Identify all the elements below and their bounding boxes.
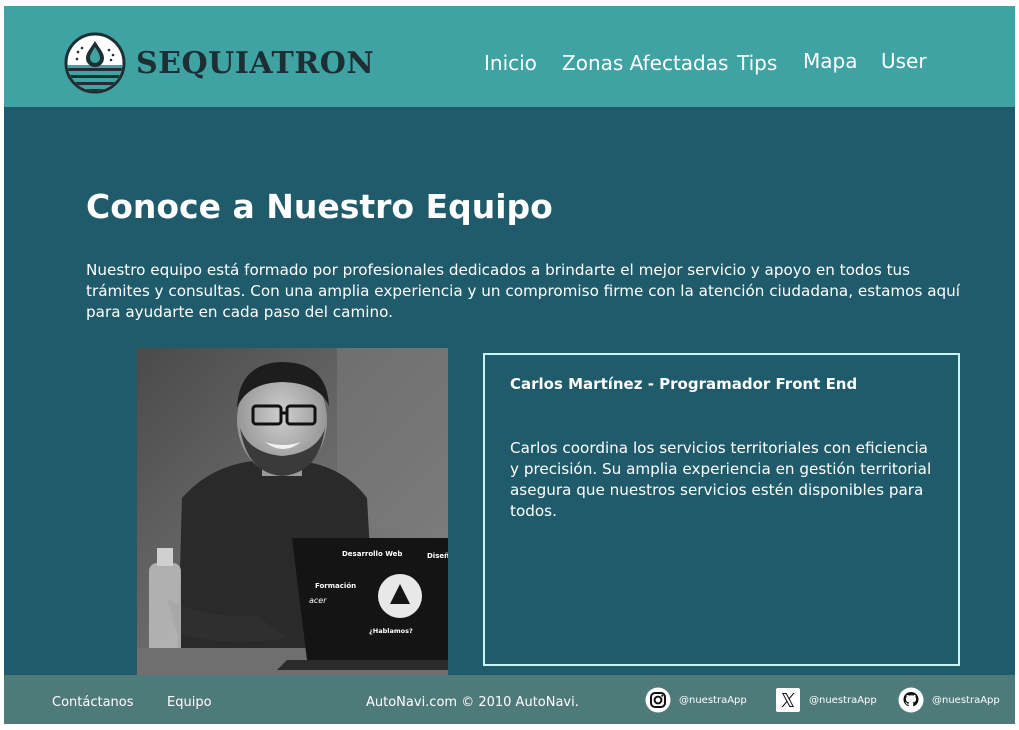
laptop-sticker-diseno: Diseñ <box>427 552 448 560</box>
nav-tips[interactable]: Tips <box>737 51 777 75</box>
nav-user[interactable]: User <box>881 49 927 73</box>
x-icon <box>775 687 801 713</box>
nav-inicio[interactable]: Inicio <box>484 51 537 75</box>
social-x[interactable]: @nuestraApp <box>775 687 877 713</box>
github-icon <box>898 687 924 713</box>
brand-name: SEQUIATRON <box>136 45 375 81</box>
person-with-laptop-image: Desarrollo Web Diseñ Formación acer ¿Hab… <box>137 348 448 676</box>
team-member-photo: Desarrollo Web Diseñ Formación acer ¿Hab… <box>137 348 448 676</box>
page: SEQUIATRON Inicio Zonas Afectadas Tips M… <box>4 6 1015 724</box>
team-member-card: Carlos Martínez - Programador Front End … <box>483 353 960 666</box>
instagram-icon <box>645 687 671 713</box>
social-instagram[interactable]: @nuestraApp <box>645 687 747 713</box>
nav-mapa[interactable]: Mapa <box>803 49 857 73</box>
footer-copyright: AutoNavi.com © 2010 AutoNavi. <box>366 695 579 710</box>
laptop-sticker-hablamos: ¿Hablamos? <box>369 627 413 635</box>
social-github[interactable]: @nuestraApp <box>898 687 1000 713</box>
water-drop-logo-icon <box>64 32 126 94</box>
member-name-role: Carlos Martínez - Programador Front End <box>510 375 858 393</box>
laptop-sticker-desarrollo-web: Desarrollo Web <box>342 550 402 558</box>
footer-link-contactanos[interactable]: Contáctanos <box>52 695 134 710</box>
footer-link-equipo[interactable]: Equipo <box>167 695 212 710</box>
brand-logo[interactable]: SEQUIATRON <box>64 32 374 94</box>
nav-zonas-afectadas[interactable]: Zonas Afectadas <box>562 51 728 75</box>
instagram-handle: @nuestraApp <box>679 694 747 706</box>
team-intro-text: Nuestro equipo está formado por profesio… <box>86 261 961 321</box>
site-footer: Contáctanos Equipo AutoNavi.com © 2010 A… <box>4 675 1015 724</box>
page-title: Conoce a Nuestro Equipo <box>86 187 553 226</box>
site-header: SEQUIATRON Inicio Zonas Afectadas Tips M… <box>4 6 1015 107</box>
member-description: Carlos coordina los servicios territoria… <box>510 439 932 520</box>
laptop-sticker-formacion: Formación <box>315 582 356 590</box>
github-handle: @nuestraApp <box>932 694 1000 706</box>
laptop-brand-acer: acer <box>309 596 327 605</box>
x-handle: @nuestraApp <box>809 694 877 706</box>
